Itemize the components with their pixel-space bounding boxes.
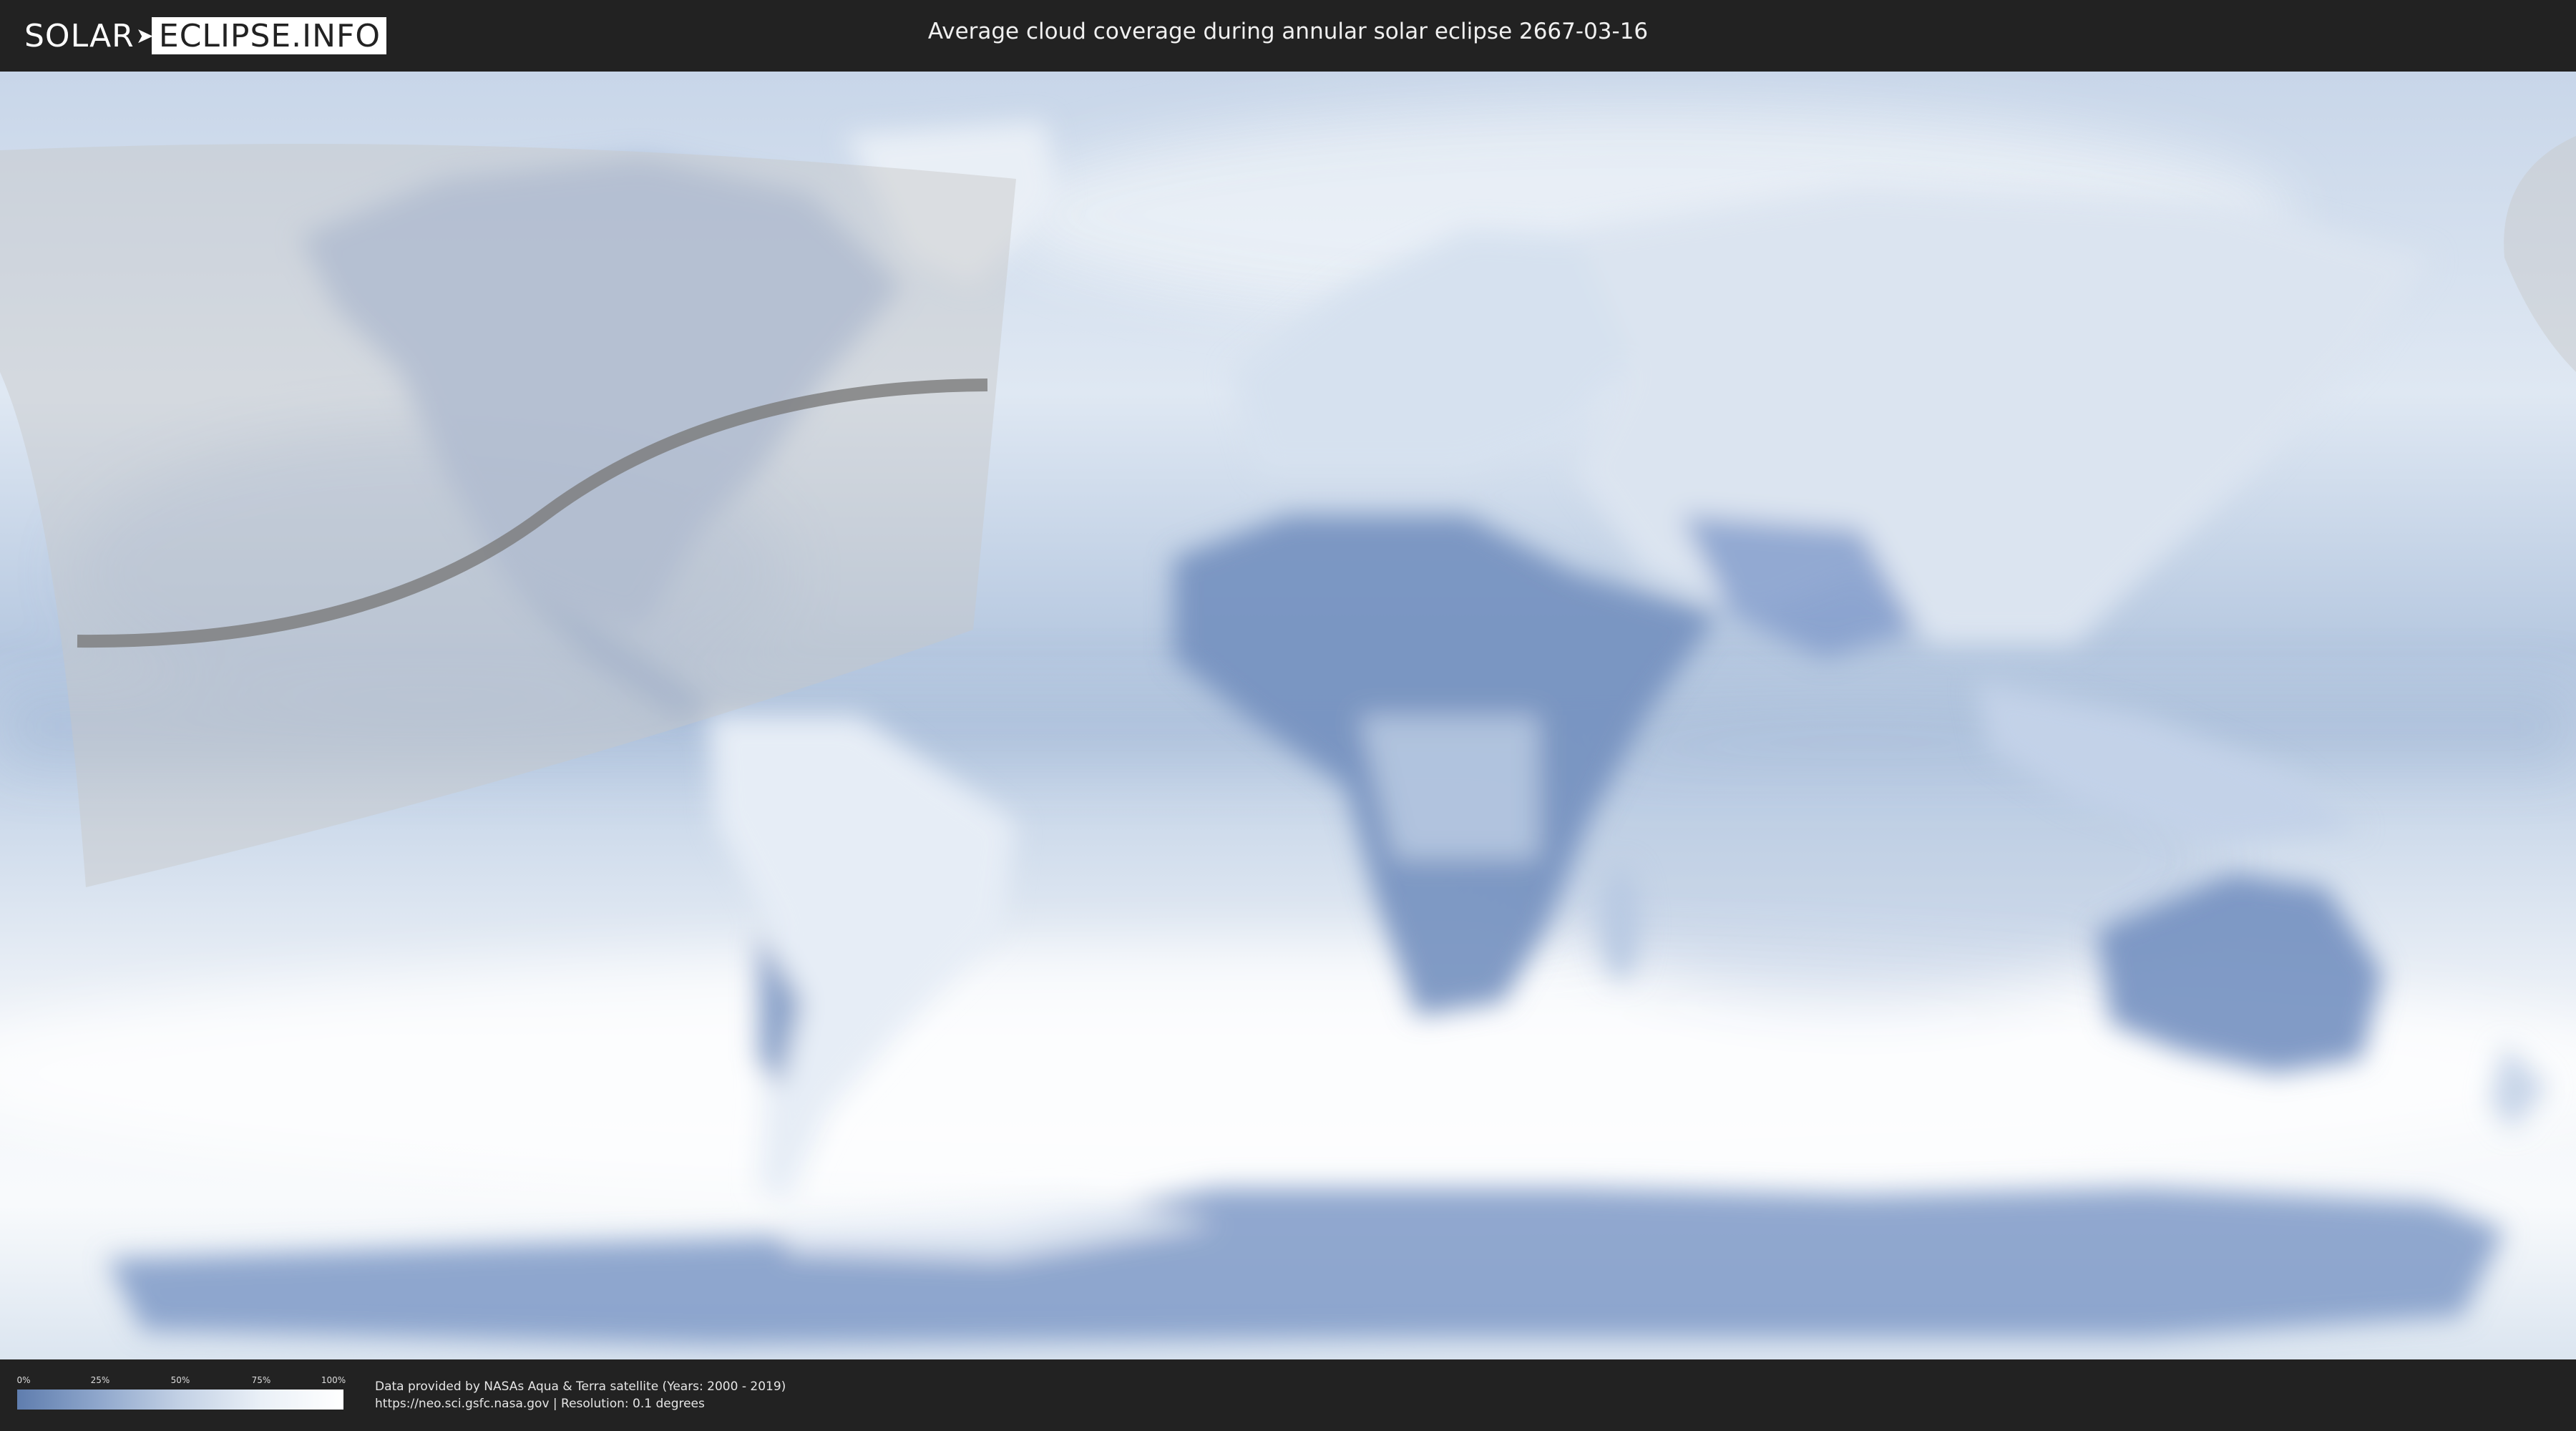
map-svg: [0, 72, 2576, 1359]
legend-tick: 50%: [170, 1375, 190, 1385]
legend-color-bar: [17, 1390, 343, 1410]
legend-tick: 25%: [90, 1375, 110, 1385]
madagascar: [1601, 866, 1641, 980]
legend-tick: 100%: [321, 1375, 346, 1385]
source-line[interactable]: https://neo.sci.gsfc.nasa.gov | Resoluti…: [375, 1395, 786, 1412]
cloud-coverage-map[interactable]: [0, 72, 2576, 1359]
legend-tick: 0%: [16, 1375, 31, 1385]
page-title: Average cloud coverage during annular so…: [927, 19, 1649, 44]
legend-ticks: 0% 25% 50% 75% 100%: [16, 1375, 346, 1385]
data-credits: Data provided by NASAs Aqua & Terra sate…: [375, 1378, 786, 1412]
credit-line: Data provided by NASAs Aqua & Terra sate…: [375, 1379, 786, 1394]
logo-sun-icon: ➤: [135, 23, 155, 49]
legend-tick: 75%: [251, 1375, 271, 1385]
top-bar: SOLAR ➤ ECLIPSE.INFO Average cloud cover…: [0, 0, 2576, 72]
cloud-coverage-legend: 0% 25% 50% 75% 100%: [16, 1375, 346, 1415]
